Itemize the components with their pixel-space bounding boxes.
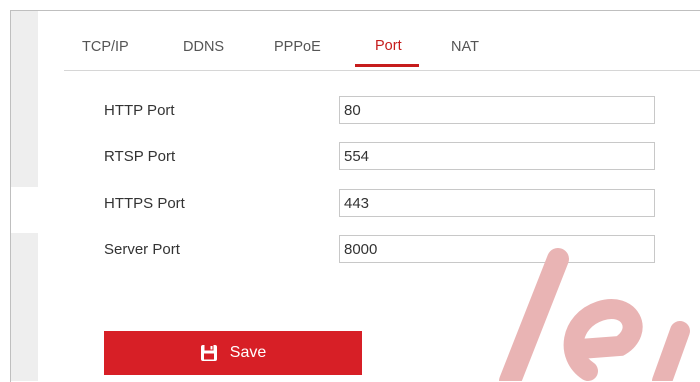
left-sidebar-strip bbox=[11, 11, 38, 187]
server-port-input[interactable] bbox=[339, 235, 655, 263]
tab-port[interactable]: Port bbox=[375, 38, 402, 54]
https-port-input[interactable] bbox=[339, 189, 655, 217]
left-sidebar-strip bbox=[11, 233, 38, 381]
server-port-label: Server Port bbox=[104, 241, 180, 258]
floppy-disk-icon bbox=[200, 344, 218, 362]
tab-tcpip[interactable]: TCP/IP bbox=[82, 39, 129, 55]
save-button[interactable]: Save bbox=[104, 331, 362, 375]
rtsp-port-input[interactable] bbox=[339, 142, 655, 170]
https-port-label: HTTPS Port bbox=[104, 195, 185, 212]
tab-nat[interactable]: NAT bbox=[451, 39, 479, 55]
tab-ddns[interactable]: DDNS bbox=[183, 39, 224, 55]
save-button-label: Save bbox=[229, 344, 267, 361]
http-port-input[interactable] bbox=[339, 96, 655, 124]
active-tab-indicator bbox=[355, 64, 419, 67]
tab-pppoe[interactable]: PPPoE bbox=[274, 39, 321, 55]
http-port-label: HTTP Port bbox=[104, 102, 175, 119]
rtsp-port-label: RTSP Port bbox=[104, 148, 176, 165]
